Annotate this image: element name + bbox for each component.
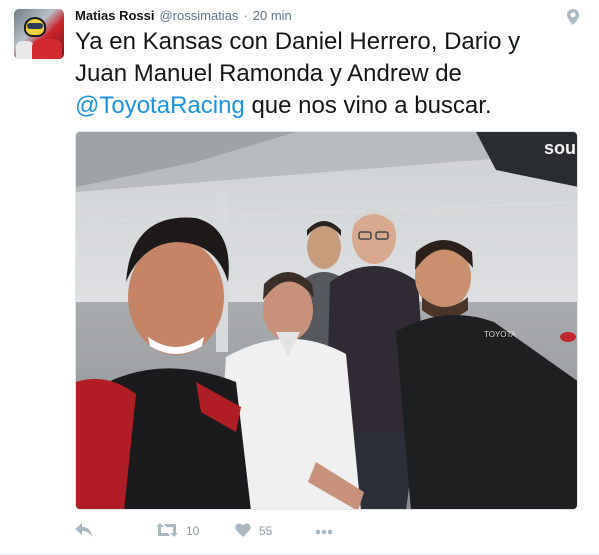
tweet-text-part2: que nos vino a buscar.	[244, 92, 492, 119]
tweet-actions: 10 55	[75, 520, 415, 544]
like-button[interactable]: 55	[235, 520, 272, 542]
mention-link[interactable]: @ToyotaRacing	[75, 92, 245, 119]
retweet-button[interactable]: 10	[156, 520, 199, 542]
more-button[interactable]	[315, 520, 333, 542]
location-pin-icon[interactable]	[567, 9, 579, 25]
tweet-timestamp[interactable]: 20 min	[253, 8, 292, 23]
reply-button[interactable]	[75, 520, 93, 542]
retweet-count: 10	[186, 524, 200, 538]
tweet-header: Matias Rossi @rossimatias · 20 min	[75, 8, 292, 26]
tweet-text: Ya en Kansas con Daniel Herrero, Dario y…	[75, 26, 575, 122]
retweet-icon	[156, 522, 178, 540]
separator-dot: ·	[243, 8, 248, 23]
sign-text: sou	[544, 138, 576, 158]
like-count: 55	[259, 524, 273, 538]
avatar[interactable]	[14, 9, 64, 59]
more-dots-icon	[315, 524, 333, 538]
author-fullname[interactable]: Matias Rossi	[75, 8, 154, 23]
reply-icon	[75, 522, 93, 540]
tweet-photo[interactable]: sou TOYOTA	[75, 131, 578, 510]
heart-icon	[235, 522, 251, 540]
author-username[interactable]: @rossimatias	[159, 8, 238, 23]
tweet-card[interactable]: Matias Rossi @rossimatias · 20 min Ya en…	[0, 0, 599, 555]
shirt-logo-text: TOYOTA	[484, 330, 517, 339]
tweet-text-part1: Ya en Kansas con Daniel Herrero, Dario y…	[75, 28, 521, 87]
